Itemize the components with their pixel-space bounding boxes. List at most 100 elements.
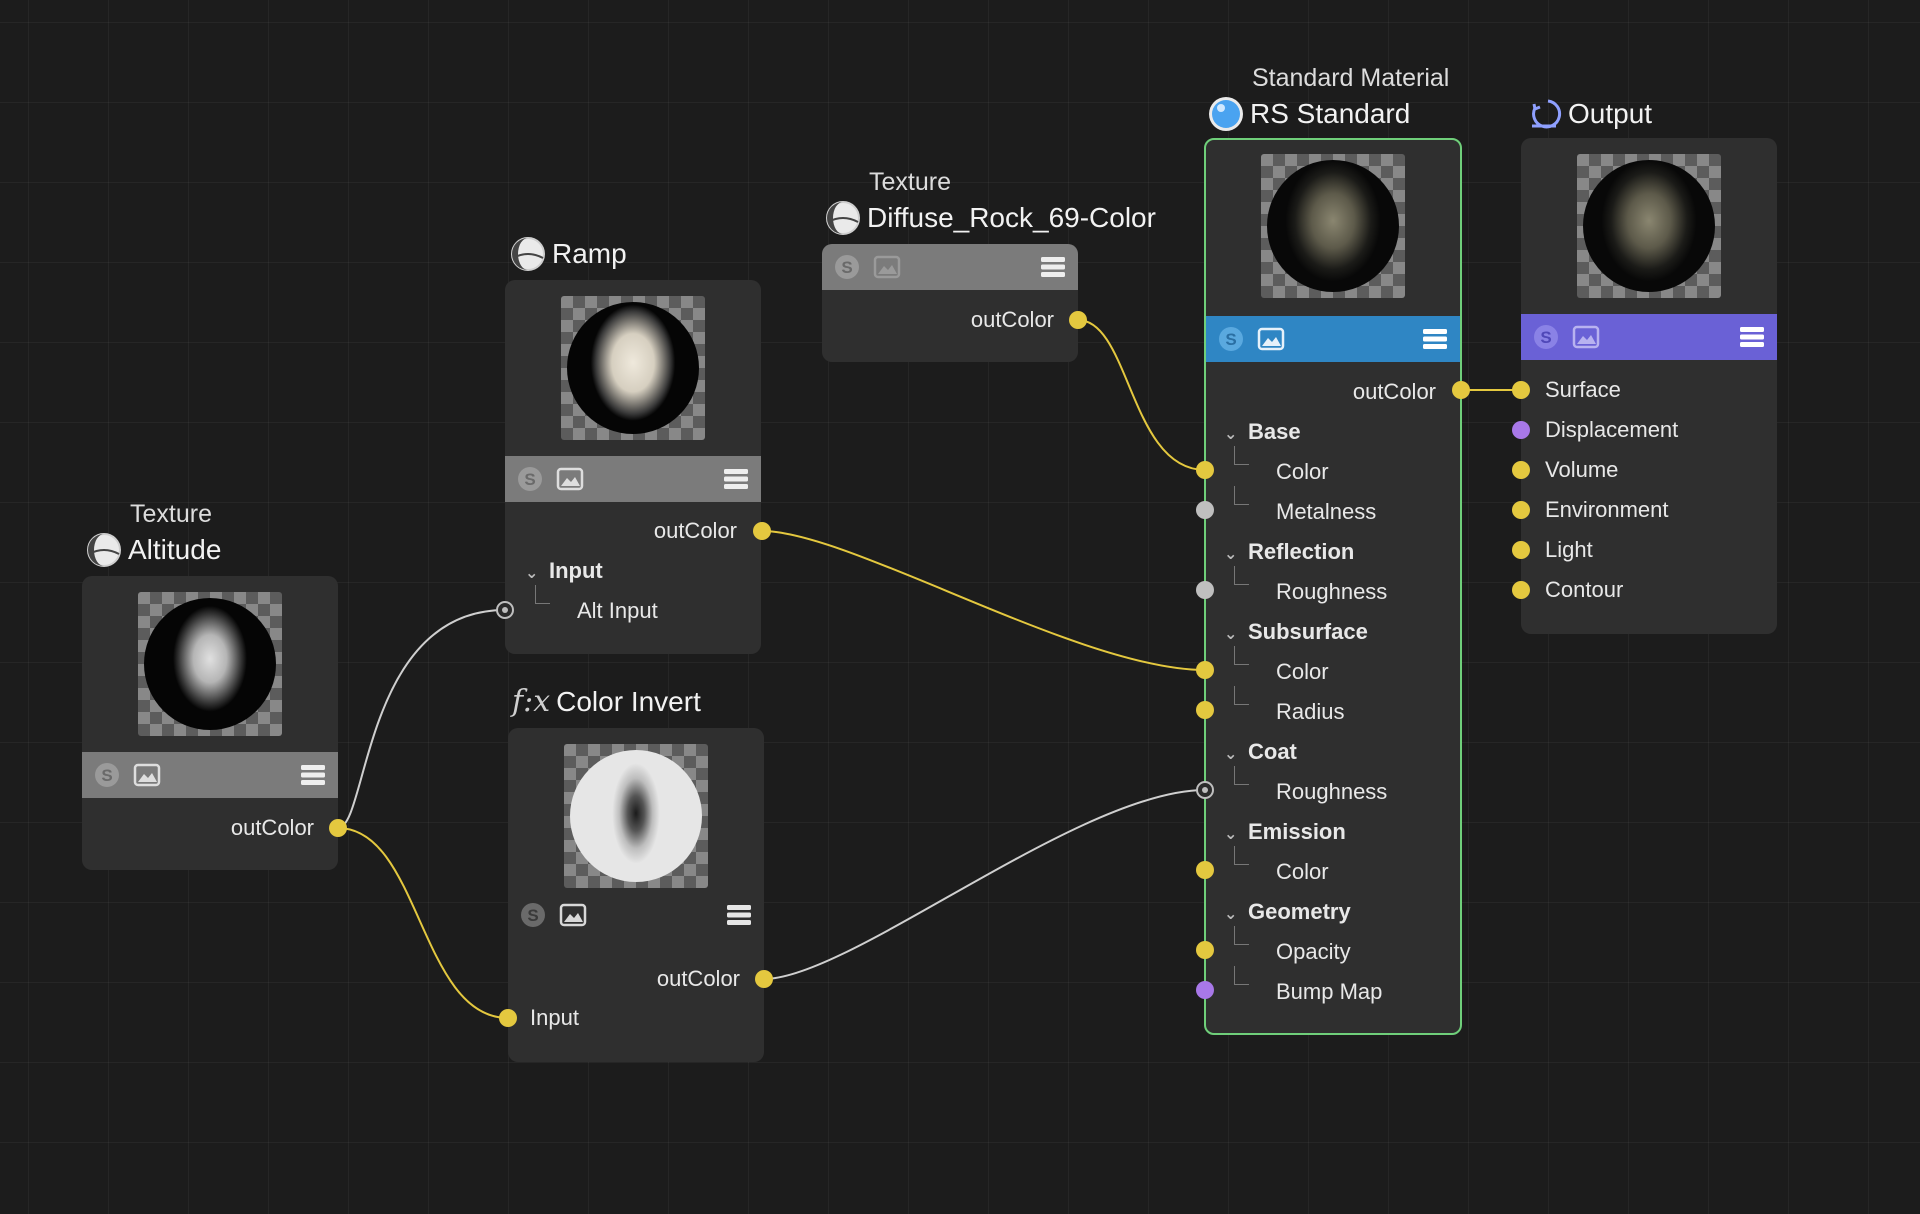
port-subsurface-radius[interactable] bbox=[1196, 701, 1214, 719]
image-preview-icon[interactable] bbox=[872, 252, 902, 282]
port-geometry-opacity[interactable] bbox=[1196, 941, 1214, 959]
rs-standard-outcolor-port[interactable] bbox=[1452, 381, 1470, 399]
port-output-displacement[interactable] bbox=[1512, 421, 1530, 439]
ramp-header[interactable]: Ramp bbox=[510, 236, 627, 272]
image-preview-icon[interactable] bbox=[555, 464, 585, 494]
diffuse-output-label: outColor bbox=[970, 307, 1054, 332]
ramp-node[interactable]: S outColor ⌄ Input Alt Input bbox=[505, 280, 761, 654]
tree-branch bbox=[1234, 446, 1249, 465]
port-emission-color[interactable] bbox=[1196, 861, 1214, 879]
ramp-alt-input-label: Alt Input bbox=[577, 598, 658, 623]
output-node[interactable]: S Surface Displacement Volume Environmen… bbox=[1521, 138, 1777, 634]
output-toolbar: S bbox=[1521, 314, 1777, 360]
menu-icon[interactable] bbox=[724, 900, 754, 930]
altitude-header[interactable]: Altitude bbox=[86, 532, 221, 568]
port-subsurface-color[interactable] bbox=[1196, 661, 1214, 679]
diffuse-node[interactable]: S outColor bbox=[822, 244, 1078, 362]
swatch-s-icon[interactable]: S bbox=[515, 464, 545, 494]
altitude-node[interactable]: S outColor bbox=[82, 576, 338, 870]
output-input-displacement: Displacement bbox=[1545, 417, 1679, 442]
color-invert-input-port[interactable] bbox=[499, 1009, 517, 1027]
group-reflection[interactable]: ⌄ Reflection bbox=[1224, 536, 1354, 568]
ramp-outcolor-port[interactable] bbox=[753, 522, 771, 540]
altitude-title: Altitude bbox=[128, 534, 222, 565]
rs-standard-node[interactable]: S outColor ⌄ Base Color Metalness ⌄ Reflec… bbox=[1204, 138, 1462, 1035]
group-emission[interactable]: ⌄ Emission bbox=[1224, 816, 1346, 848]
color-invert-input-label: Input bbox=[530, 1005, 579, 1030]
rs-standard-toolbar: S bbox=[1206, 316, 1460, 362]
color-invert-output-label: outColor bbox=[656, 966, 740, 991]
image-preview-icon[interactable] bbox=[132, 760, 162, 790]
tree-branch bbox=[535, 585, 550, 604]
swatch-s-icon[interactable]: S bbox=[832, 252, 862, 282]
input-emission-color: Color bbox=[1276, 859, 1329, 884]
input-coat-roughness: Roughness bbox=[1276, 779, 1388, 804]
tree-branch bbox=[1234, 926, 1249, 945]
port-output-light[interactable] bbox=[1512, 541, 1530, 559]
ramp-input-group[interactable]: ⌄ Input bbox=[525, 555, 603, 587]
color-invert-title: Color Invert bbox=[556, 685, 701, 717]
swatch-s-icon[interactable]: S bbox=[518, 900, 548, 930]
image-preview-icon[interactable] bbox=[1256, 324, 1286, 354]
group-base[interactable]: ⌄ Base bbox=[1224, 416, 1301, 448]
rs-standard-header[interactable]: RS Standard bbox=[1208, 96, 1410, 132]
port-output-contour[interactable] bbox=[1512, 581, 1530, 599]
image-preview-icon[interactable] bbox=[558, 900, 588, 930]
menu-icon[interactable] bbox=[1038, 252, 1068, 282]
output-input-contour: Contour bbox=[1545, 577, 1624, 602]
svg-text:S: S bbox=[524, 470, 535, 489]
group-subsurface[interactable]: ⌄ Subsurface bbox=[1224, 616, 1368, 648]
output-preview bbox=[1577, 154, 1721, 298]
diffuse-header[interactable]: Diffuse_Rock_69-Color bbox=[825, 200, 1156, 236]
ramp-alt-input-port[interactable] bbox=[496, 601, 514, 619]
output-input-volume: Volume bbox=[1545, 457, 1619, 482]
output-header[interactable]: Output bbox=[1526, 96, 1652, 132]
input-subsurface-color: Color bbox=[1276, 659, 1329, 684]
port-reflection-roughness[interactable] bbox=[1196, 581, 1214, 599]
color-invert-outcolor-port[interactable] bbox=[755, 970, 773, 988]
swatch-s-icon[interactable]: S bbox=[1531, 322, 1561, 352]
menu-icon[interactable] bbox=[1737, 322, 1767, 352]
output-title: Output bbox=[1568, 98, 1653, 129]
ramp-title: Ramp bbox=[552, 238, 627, 269]
input-base-color: Color bbox=[1276, 459, 1329, 484]
menu-icon[interactable] bbox=[1420, 324, 1450, 354]
group-coat[interactable]: ⌄ Coat bbox=[1224, 736, 1297, 768]
wire-diffuse-to-base-color bbox=[1077, 319, 1206, 471]
altitude-preview bbox=[138, 592, 282, 736]
input-reflection-roughness: Roughness bbox=[1276, 579, 1388, 604]
input-geometry-opacity: Opacity bbox=[1276, 939, 1351, 964]
swatch-s-icon[interactable]: S bbox=[92, 760, 122, 790]
color-invert-node[interactable]: S outColor Input bbox=[508, 728, 764, 1062]
diffuse-subtitle: Texture bbox=[869, 168, 951, 196]
output-input-light: Light bbox=[1545, 537, 1593, 562]
port-coat-roughness[interactable] bbox=[1196, 781, 1214, 799]
diffuse-outcolor-port[interactable] bbox=[1069, 311, 1087, 329]
rs-standard-preview bbox=[1261, 154, 1405, 298]
rs-standard-output-label: outColor bbox=[1352, 379, 1436, 404]
wire-altitude-to-ramp bbox=[337, 609, 506, 829]
menu-icon[interactable] bbox=[298, 760, 328, 790]
output-icon bbox=[1532, 99, 1562, 129]
port-base-metalness[interactable] bbox=[1196, 501, 1214, 519]
svg-text:S: S bbox=[1225, 330, 1236, 349]
image-preview-icon[interactable] bbox=[1571, 322, 1601, 352]
port-geometry-bump-map[interactable] bbox=[1196, 981, 1214, 999]
menu-icon[interactable] bbox=[721, 464, 751, 494]
output-input-surface: Surface bbox=[1545, 377, 1621, 402]
port-output-volume[interactable] bbox=[1512, 461, 1530, 479]
wire-invert-to-coat-roughness bbox=[763, 789, 1206, 980]
port-base-color[interactable] bbox=[1196, 461, 1214, 479]
altitude-subtitle: Texture bbox=[130, 500, 212, 528]
group-geometry[interactable]: ⌄ Geometry bbox=[1224, 896, 1351, 928]
port-output-surface[interactable] bbox=[1512, 381, 1530, 399]
tree-branch bbox=[1234, 766, 1249, 785]
tree-branch bbox=[1234, 566, 1249, 585]
wire-ramp-to-subsurface-color bbox=[761, 530, 1206, 671]
tree-branch bbox=[1234, 846, 1249, 865]
altitude-toolbar: S bbox=[82, 752, 338, 798]
color-invert-header[interactable]: f:x Color Invert bbox=[512, 684, 701, 719]
port-output-environment[interactable] bbox=[1512, 501, 1530, 519]
altitude-outcolor-port[interactable] bbox=[329, 819, 347, 837]
swatch-s-icon[interactable]: S bbox=[1216, 324, 1246, 354]
